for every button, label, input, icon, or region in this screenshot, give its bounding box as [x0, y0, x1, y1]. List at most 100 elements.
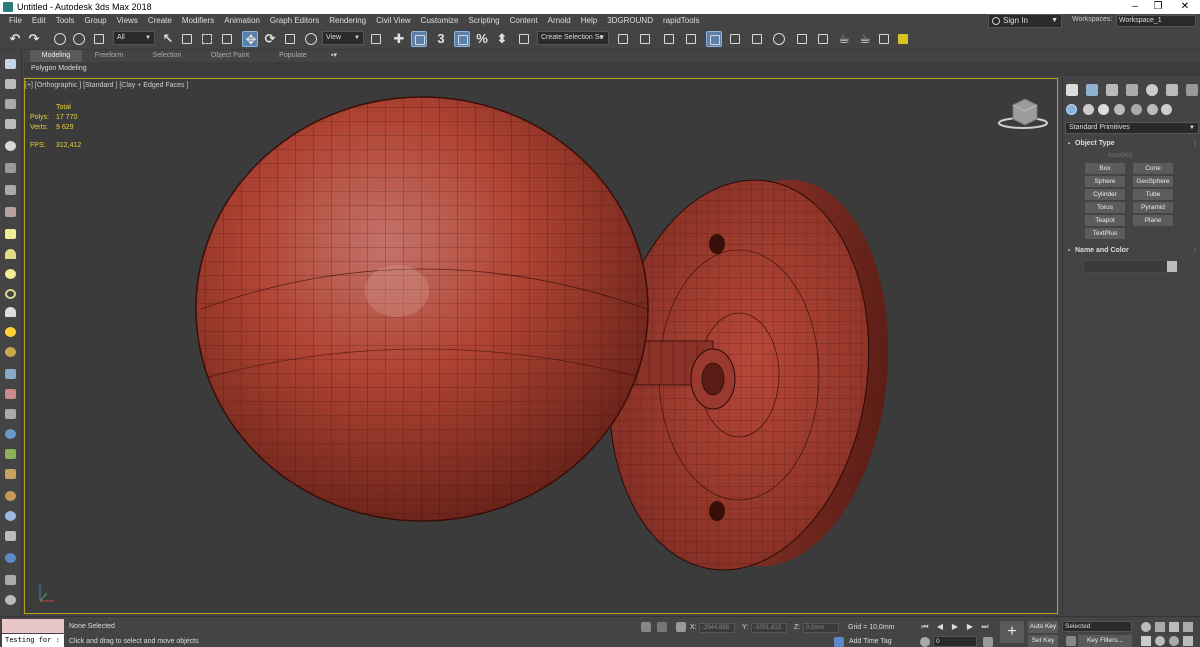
menu-create[interactable]: Create — [143, 14, 177, 28]
auto-key-button[interactable]: Auto Key — [1028, 621, 1058, 633]
selection-lock-icon[interactable] — [657, 622, 667, 632]
object-color-swatch[interactable] — [1167, 261, 1177, 272]
pan-icon[interactable] — [1155, 636, 1165, 646]
select-and-rotate-button[interactable]: ⟳ — [262, 31, 278, 47]
manipulate-button[interactable]: ✚ — [391, 31, 407, 47]
select-and-scale-button[interactable] — [282, 31, 298, 47]
percent-snap-button[interactable]: % — [474, 31, 490, 47]
geosphere-button[interactable]: GeoSphere — [1133, 176, 1173, 187]
fov-icon[interactable] — [1141, 636, 1151, 646]
reference-coordinate-dropdown[interactable]: View ▼ — [322, 31, 364, 45]
menu-file[interactable]: File — [0, 14, 27, 28]
menu-rendering[interactable]: Rendering — [324, 14, 371, 28]
render-production-button[interactable]: ☕ — [836, 31, 852, 47]
sign-in-button[interactable]: Sign In ▼ — [988, 14, 1062, 28]
menu-rapidtools[interactable]: rapidTools — [658, 14, 704, 28]
object-name-field[interactable] — [1083, 260, 1173, 273]
render-iterative-button[interactable]: ☕ — [857, 31, 873, 47]
align-button[interactable] — [637, 31, 653, 47]
menu-customize[interactable]: Customize — [416, 14, 464, 28]
menu-content[interactable]: Content — [505, 14, 543, 28]
next-frame-button[interactable]: ▶ — [965, 622, 975, 632]
tool-button-2[interactable] — [4, 78, 18, 90]
hemisphere-button[interactable] — [4, 248, 18, 260]
shapes-icon[interactable] — [1083, 104, 1094, 115]
viewport-scene[interactable] — [25, 79, 1058, 614]
perspective-viewport[interactable]: [+] [Orthographic ] [Standard ] [Clay + … — [24, 78, 1058, 614]
render-setup-button[interactable] — [794, 31, 810, 47]
current-frame-field[interactable]: 0 — [933, 636, 977, 647]
window-crossing-button[interactable] — [219, 31, 235, 47]
tool-button-27[interactable] — [4, 594, 18, 606]
systems-icon[interactable] — [1161, 104, 1172, 115]
tool-button-5[interactable] — [4, 140, 18, 152]
hierarchy-tab-icon[interactable] — [1106, 84, 1118, 96]
cone-button[interactable]: Cone — [1133, 163, 1173, 174]
pyramid-button[interactable]: Pyramid — [1133, 202, 1173, 213]
menu-animation[interactable]: Animation — [219, 14, 265, 28]
sphere-blue-button[interactable] — [4, 510, 18, 522]
tube-button[interactable]: Tube — [1133, 189, 1173, 200]
plane-button[interactable] — [4, 228, 18, 240]
menu-arnold[interactable]: Arnold — [543, 14, 576, 28]
utilities-tab-icon[interactable] — [1166, 84, 1178, 96]
select-and-place-button[interactable] — [303, 31, 319, 47]
rectangular-selection-button[interactable] — [199, 31, 215, 47]
pivot-center-button[interactable] — [368, 31, 384, 47]
x-coord-field[interactable]: -2944,698 — [699, 623, 735, 633]
angle-snap-button[interactable] — [454, 31, 470, 47]
textplus-button[interactable]: TextPlus — [1085, 228, 1125, 239]
menu-3dground[interactable]: 3DGROUND — [602, 14, 658, 28]
y-coord-field[interactable]: -1001,813 — [751, 623, 787, 633]
zoom-all-icon[interactable] — [1155, 622, 1165, 632]
tab-selection[interactable]: Selection — [142, 50, 192, 62]
time-config-icon[interactable] — [983, 637, 993, 647]
polygon-modeling-panel[interactable]: Polygon Modeling — [24, 62, 1200, 76]
add-time-tag-button[interactable]: Add Time Tag — [849, 638, 892, 645]
maximize-viewport-icon[interactable] — [1183, 636, 1193, 646]
select-and-link-button[interactable] — [52, 31, 68, 47]
screw-hole[interactable] — [709, 234, 725, 254]
open-autodesk-a360-button[interactable] — [895, 31, 911, 47]
select-by-name-button[interactable] — [179, 31, 195, 47]
menu-edit[interactable]: Edit — [27, 14, 51, 28]
box-button[interactable]: Box — [1085, 163, 1125, 174]
ribbon-options-button[interactable]: ▪▾ — [324, 50, 344, 62]
tab-modeling[interactable]: Modeling — [30, 50, 82, 62]
tool-button-3[interactable] — [4, 98, 18, 110]
screw-hole[interactable] — [709, 501, 725, 521]
tool-button-25[interactable] — [4, 552, 18, 564]
lights-icon[interactable] — [1098, 104, 1109, 115]
toggle-ribbon-button[interactable] — [706, 31, 722, 47]
geometry-icon[interactable] — [1066, 104, 1077, 115]
tool-button-20[interactable] — [4, 448, 18, 460]
motion-tab-icon[interactable] — [1126, 84, 1138, 96]
absolute-mode-icon[interactable] — [676, 622, 686, 632]
menu-group[interactable]: Group — [79, 14, 111, 28]
bind-space-warp-button[interactable] — [91, 31, 107, 47]
menu-graph-editors[interactable]: Graph Editors — [265, 14, 324, 28]
globe-button[interactable] — [4, 428, 18, 440]
selected-set-dropdown[interactable]: Selected — [1062, 621, 1132, 632]
close-button[interactable]: ✕ — [1170, 0, 1200, 14]
sphere-button[interactable] — [4, 268, 18, 280]
named-selection-set-dropdown[interactable]: Create Selection Se ▼ — [537, 31, 609, 45]
tool-button-8[interactable] — [4, 206, 18, 218]
torus-button[interactable] — [4, 288, 18, 300]
tool-button-18[interactable] — [4, 408, 18, 420]
material-button[interactable] — [4, 346, 18, 358]
scene-explorer-button[interactable] — [661, 31, 677, 47]
zoom-icon[interactable] — [1141, 622, 1151, 632]
teapot-button[interactable]: Teapot — [1085, 215, 1125, 226]
orbit-icon[interactable] — [1169, 636, 1179, 646]
workspace-dropdown[interactable]: Workspace_1 — [1116, 15, 1196, 27]
menu-civil-view[interactable]: Civil View — [371, 14, 416, 28]
tool-button-22[interactable] — [4, 490, 18, 502]
create-tab-icon[interactable] — [1066, 84, 1078, 96]
tab-object-paint[interactable]: Object Paint — [202, 50, 258, 62]
key-mode-icon[interactable] — [920, 637, 930, 647]
tool-button-17[interactable] — [4, 388, 18, 400]
tool-button-6[interactable] — [4, 162, 18, 174]
spinner-snap-button[interactable]: ⬍ — [494, 31, 510, 47]
go-to-end-button[interactable]: ⏭ — [980, 622, 990, 632]
